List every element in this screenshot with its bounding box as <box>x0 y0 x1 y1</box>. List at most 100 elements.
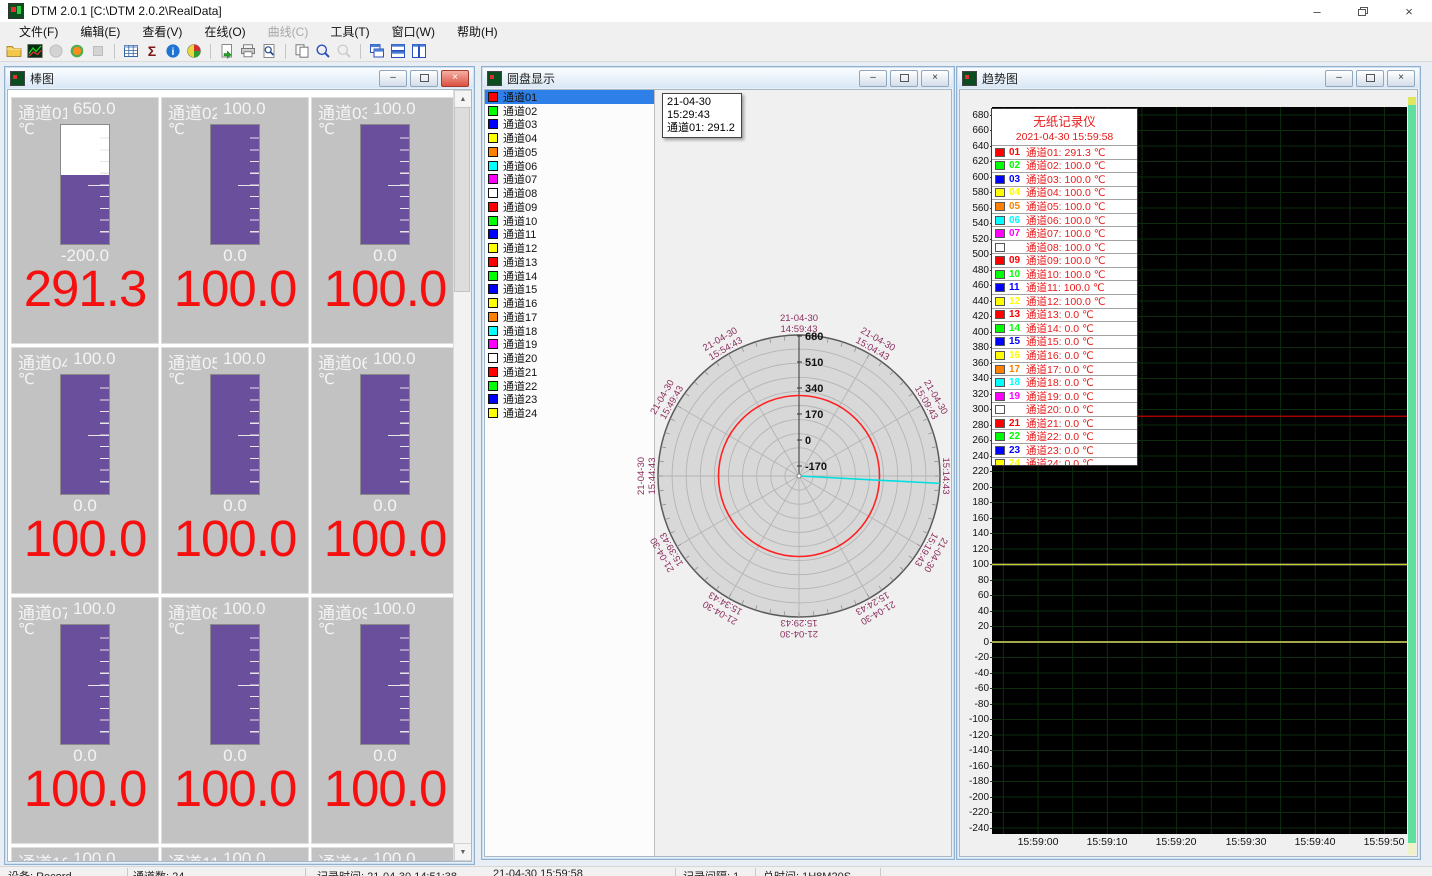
gauge-panel: 通道08100.0℃0.0100.0 <box>161 597 309 844</box>
legend-color-swatch <box>995 351 1005 360</box>
maximize-button[interactable] <box>1356 70 1384 87</box>
trend-y-tick: 580 <box>960 187 989 198</box>
legend-row: 15通道15: 0.0 ℃ <box>992 335 1137 349</box>
main-titlebar[interactable]: DTM 2.0.1 [C:\DTM 2.0.2\RealData] – × <box>0 0 1432 22</box>
legend-channel-number: 07 <box>1009 228 1026 239</box>
gauge-max-value: 100.0 <box>73 599 116 624</box>
realtime-curve-icon[interactable] <box>26 43 44 60</box>
record-icon[interactable] <box>68 43 86 60</box>
menu-item[interactable]: 文件(F) <box>8 21 69 42</box>
channel-color-swatch <box>488 326 498 336</box>
cascade-windows-icon[interactable] <box>368 43 386 60</box>
window-icon <box>10 71 25 86</box>
channel-list-item[interactable]: 通道24 <box>485 406 654 420</box>
menu-item[interactable]: 查看(V) <box>131 21 193 42</box>
svg-text:i: i <box>172 46 175 58</box>
gauge-unit: ℃ <box>318 620 335 638</box>
gauge-unit: ℃ <box>168 620 185 638</box>
channel-color-swatch <box>488 202 498 212</box>
bar-window-titlebar[interactable]: 棒图 – × <box>6 68 473 88</box>
minimize-button[interactable]: – <box>1325 70 1353 87</box>
gauge-panel: 通道02100.0℃0.0100.0 <box>161 97 309 344</box>
gauge-mid-tick <box>388 185 409 186</box>
trend-x-tick: 15:59:30 <box>1215 836 1277 848</box>
channel-color-swatch <box>488 353 498 363</box>
gauge-panel: 通道04100.0℃0.0100.0 <box>11 347 159 594</box>
print-icon[interactable] <box>239 43 257 60</box>
gauge-bar <box>60 624 110 745</box>
data-table-icon[interactable] <box>122 43 140 60</box>
copy-icon[interactable] <box>293 43 311 60</box>
pie-chart-icon[interactable] <box>185 43 203 60</box>
svg-text:170: 170 <box>805 409 823 421</box>
toolbar-separator <box>360 44 361 59</box>
tile-horizontal-icon[interactable] <box>389 43 407 60</box>
trend-y-tick: 380 <box>960 342 989 353</box>
svg-text:-170: -170 <box>805 461 827 473</box>
close-button[interactable]: × <box>921 70 949 87</box>
menu-item[interactable]: 工具(T) <box>319 21 380 42</box>
gauge-mid-tick <box>238 435 259 436</box>
menu-item[interactable]: 编辑(E) <box>69 21 131 42</box>
trend-x-tick: 15:59:50 <box>1353 836 1415 848</box>
gauge-mid-tick <box>88 685 109 686</box>
maximize-button[interactable] <box>890 70 918 87</box>
print-preview-icon[interactable] <box>260 43 278 60</box>
gauge-current-value: 100.0 <box>162 761 308 817</box>
gauge-max-value: 100.0 <box>373 349 416 374</box>
legend-color-swatch <box>995 459 1005 466</box>
legend-color-swatch <box>995 216 1005 225</box>
scroll-down-icon[interactable]: ▼ <box>454 843 472 861</box>
close-button[interactable]: × <box>1387 70 1415 87</box>
channel-color-swatch <box>488 243 498 253</box>
zoom-in-icon[interactable] <box>314 43 332 60</box>
trend-y-tick: 280 <box>960 420 989 431</box>
trend-y-tick: 620 <box>960 156 989 167</box>
restore-button[interactable] <box>1340 0 1386 22</box>
open-file-icon[interactable] <box>5 43 23 60</box>
statistics-icon[interactable]: Σ <box>143 43 161 60</box>
scrollbar-thumb[interactable] <box>454 107 470 292</box>
trend-legend: 无纸记录仪 2021-04-30 15:59:58 01通道01: 291.3 … <box>991 108 1138 466</box>
info-icon[interactable]: i <box>164 43 182 60</box>
legend-color-swatch <box>995 283 1005 292</box>
gauge-bar <box>60 374 110 495</box>
bar-window-scrollbar[interactable]: ▲ ▼ <box>453 90 471 861</box>
disc-display-window: 圆盘显示 – × 通道01通道02通道03通道04通道05通道06通道07通道0… <box>481 66 955 860</box>
trend-y-tick: 240 <box>960 451 989 462</box>
trend-y-tick: 520 <box>960 234 989 245</box>
gauge-unit: ℃ <box>18 370 35 388</box>
scrollbar-thumb[interactable] <box>1408 843 1416 855</box>
menu-item: 曲线(C) <box>257 21 320 42</box>
trend-window-titlebar[interactable]: 趋势图 – × <box>958 68 1419 88</box>
channel-color-swatch <box>488 381 498 391</box>
bar-window-title: 棒图 <box>30 70 54 87</box>
disc-window-titlebar[interactable]: 圆盘显示 – × <box>483 68 953 88</box>
trend-y-tick: 260 <box>960 435 989 446</box>
gauge-bar <box>360 624 410 745</box>
trend-y-tick: 420 <box>960 311 989 322</box>
close-button[interactable]: × <box>441 70 469 87</box>
menu-item[interactable]: 帮助(H) <box>446 21 509 42</box>
minimize-button[interactable]: – <box>1294 0 1340 22</box>
export-icon[interactable] <box>218 43 236 60</box>
minimize-button[interactable]: – <box>859 70 887 87</box>
gauge-unit: ℃ <box>18 120 35 138</box>
trend-y-tick: -120 <box>960 730 989 741</box>
restore-icon <box>1358 7 1368 16</box>
menu-item[interactable]: 窗口(W) <box>381 21 446 42</box>
trend-y-tick: 360 <box>960 358 989 369</box>
toolbar-separator <box>210 44 211 59</box>
menu-item[interactable]: 在线(O) <box>193 21 256 42</box>
legend-channel-number: 23 <box>1009 445 1026 456</box>
trend-y-tick: 20 <box>960 621 989 632</box>
close-button[interactable]: × <box>1386 0 1432 22</box>
tile-vertical-icon[interactable] <box>410 43 428 60</box>
trend-scrollbar[interactable] <box>1408 97 1416 855</box>
maximize-button[interactable] <box>410 70 438 87</box>
minimize-button[interactable]: – <box>379 70 407 87</box>
scroll-up-icon[interactable]: ▲ <box>454 90 472 108</box>
legend-row: 06通道06: 100.0 ℃ <box>992 213 1137 227</box>
gauge-max-value: 100.0 <box>223 349 266 374</box>
legend-row: 09通道09: 100.0 ℃ <box>992 253 1137 267</box>
